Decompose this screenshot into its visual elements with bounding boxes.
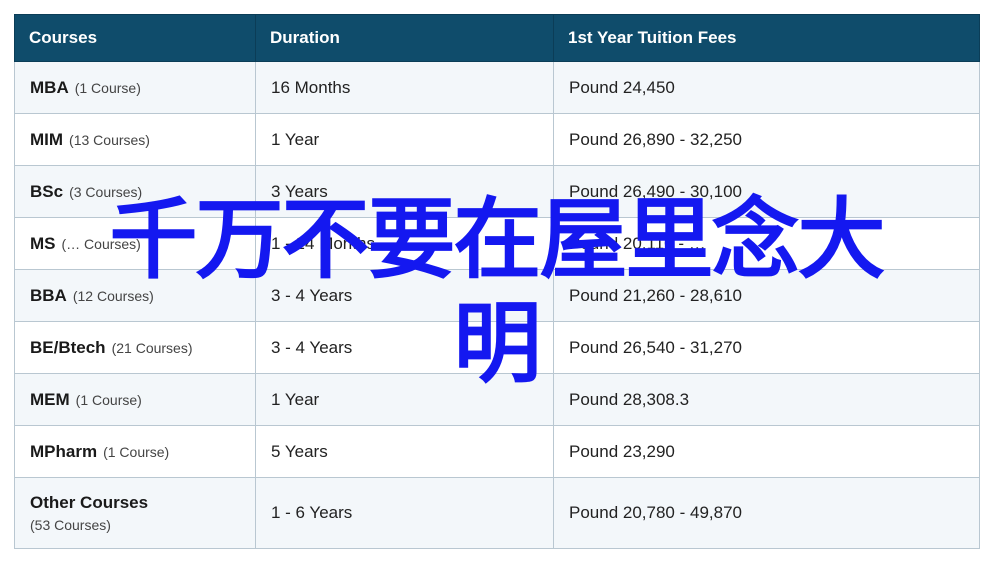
header-duration: Duration xyxy=(255,14,554,62)
fees-cell: Pound 26,890 - 32,250 xyxy=(553,113,980,166)
course-count: (1 Course) xyxy=(74,79,141,96)
header-row: Courses Duration 1st Year Tuition Fees xyxy=(14,14,980,62)
course-name: MS xyxy=(30,233,56,253)
duration-cell: 3 - 4 Years xyxy=(255,321,554,374)
fees-cell: Pound 28,308.3 xyxy=(553,373,980,426)
course-count: (13 Courses) xyxy=(69,131,150,148)
course-count: (21 Courses) xyxy=(111,339,193,356)
course-cell: MIM (13 Courses) xyxy=(14,113,256,166)
duration-cell: 1 - 24 Months xyxy=(255,217,554,270)
duration-cell: 5 Years xyxy=(255,425,554,478)
header-fees: 1st Year Tuition Fees xyxy=(553,14,980,62)
course-name: BSc xyxy=(30,181,64,201)
course-count: (… Courses) xyxy=(61,235,141,252)
fees-cell: Pound 26,540 - 31,270 xyxy=(553,321,980,374)
table-row: MPharm (1 Course) 5 Years Pound 23,290 xyxy=(14,425,980,478)
table-row: Other Courses (53 Courses) 1 - 6 Years Po… xyxy=(14,477,980,549)
fees-cell: Pound 21,260 - 28,610 xyxy=(553,269,980,322)
table-body: MBA (1 Course) 16 Months Pound 24,450 MIM… xyxy=(14,61,980,549)
course-name: MEM xyxy=(30,389,70,409)
course-count: (1 Course) xyxy=(75,391,142,408)
duration-cell: 1 Year xyxy=(255,113,554,166)
course-name: BE/Btech xyxy=(30,337,106,357)
course-cell: BBA (12 Courses) xyxy=(14,269,256,322)
course-cell: MPharm (1 Course) xyxy=(14,425,256,478)
course-count: (3 Courses) xyxy=(69,183,143,200)
fees-cell: Pound 20,110 - … xyxy=(553,217,980,270)
duration-cell: 3 - 4 Years xyxy=(255,269,554,322)
table-row: BE/Btech (21 Courses) 3 - 4 Years Pound 2… xyxy=(14,321,980,374)
table-row: MEM (1 Course) 1 Year Pound 28,308.3 xyxy=(14,373,980,426)
course-cell: MEM (1 Course) xyxy=(14,373,256,426)
fees-cell: Pound 26,490 - 30,100 xyxy=(553,165,980,218)
table-row: BSc (3 Courses) 3 Years Pound 26,490 - 30… xyxy=(14,165,980,218)
duration-cell: 1 - 6 Years xyxy=(255,477,554,549)
fees-cell: Pound 23,290 xyxy=(553,425,980,478)
course-cell: Other Courses (53 Courses) xyxy=(14,477,256,549)
course-count: (12 Courses) xyxy=(72,287,154,304)
table-row: MIM (13 Courses) 1 Year Pound 26,890 - 32… xyxy=(14,113,980,166)
course-cell: MBA (1 Course) xyxy=(14,61,256,114)
course-count: (1 Course) xyxy=(103,443,170,460)
course-count: (53 Courses) xyxy=(30,517,111,533)
fees-table-container: Courses Duration 1st Year Tuition Fees M… xyxy=(14,14,980,549)
table-row: MS (… Courses) 1 - 24 Months Pound 20,110… xyxy=(14,217,980,270)
fees-cell: Pound 24,450 xyxy=(553,61,980,114)
fees-table: Courses Duration 1st Year Tuition Fees M… xyxy=(14,14,980,549)
header-courses: Courses xyxy=(14,14,256,62)
course-cell: MS (… Courses) xyxy=(14,217,256,270)
table-header: Courses Duration 1st Year Tuition Fees xyxy=(14,14,980,62)
duration-cell: 3 Years xyxy=(255,165,554,218)
table-row: MBA (1 Course) 16 Months Pound 24,450 xyxy=(14,61,980,114)
course-cell: BE/Btech (21 Courses) xyxy=(14,321,256,374)
course-name: BBA xyxy=(30,285,67,305)
duration-cell: 16 Months xyxy=(255,61,554,114)
course-name: Other Courses xyxy=(30,493,149,512)
duration-cell: 1 Year xyxy=(255,373,554,426)
course-name: MBA xyxy=(30,77,69,97)
course-name: MPharm xyxy=(30,441,98,461)
fees-cell: Pound 20,780 - 49,870 xyxy=(553,477,980,549)
course-cell: BSc (3 Courses) xyxy=(14,165,256,218)
table-row: BBA (12 Courses) 3 - 4 Years Pound 21,260… xyxy=(14,269,980,322)
course-name: MIM xyxy=(30,129,64,149)
